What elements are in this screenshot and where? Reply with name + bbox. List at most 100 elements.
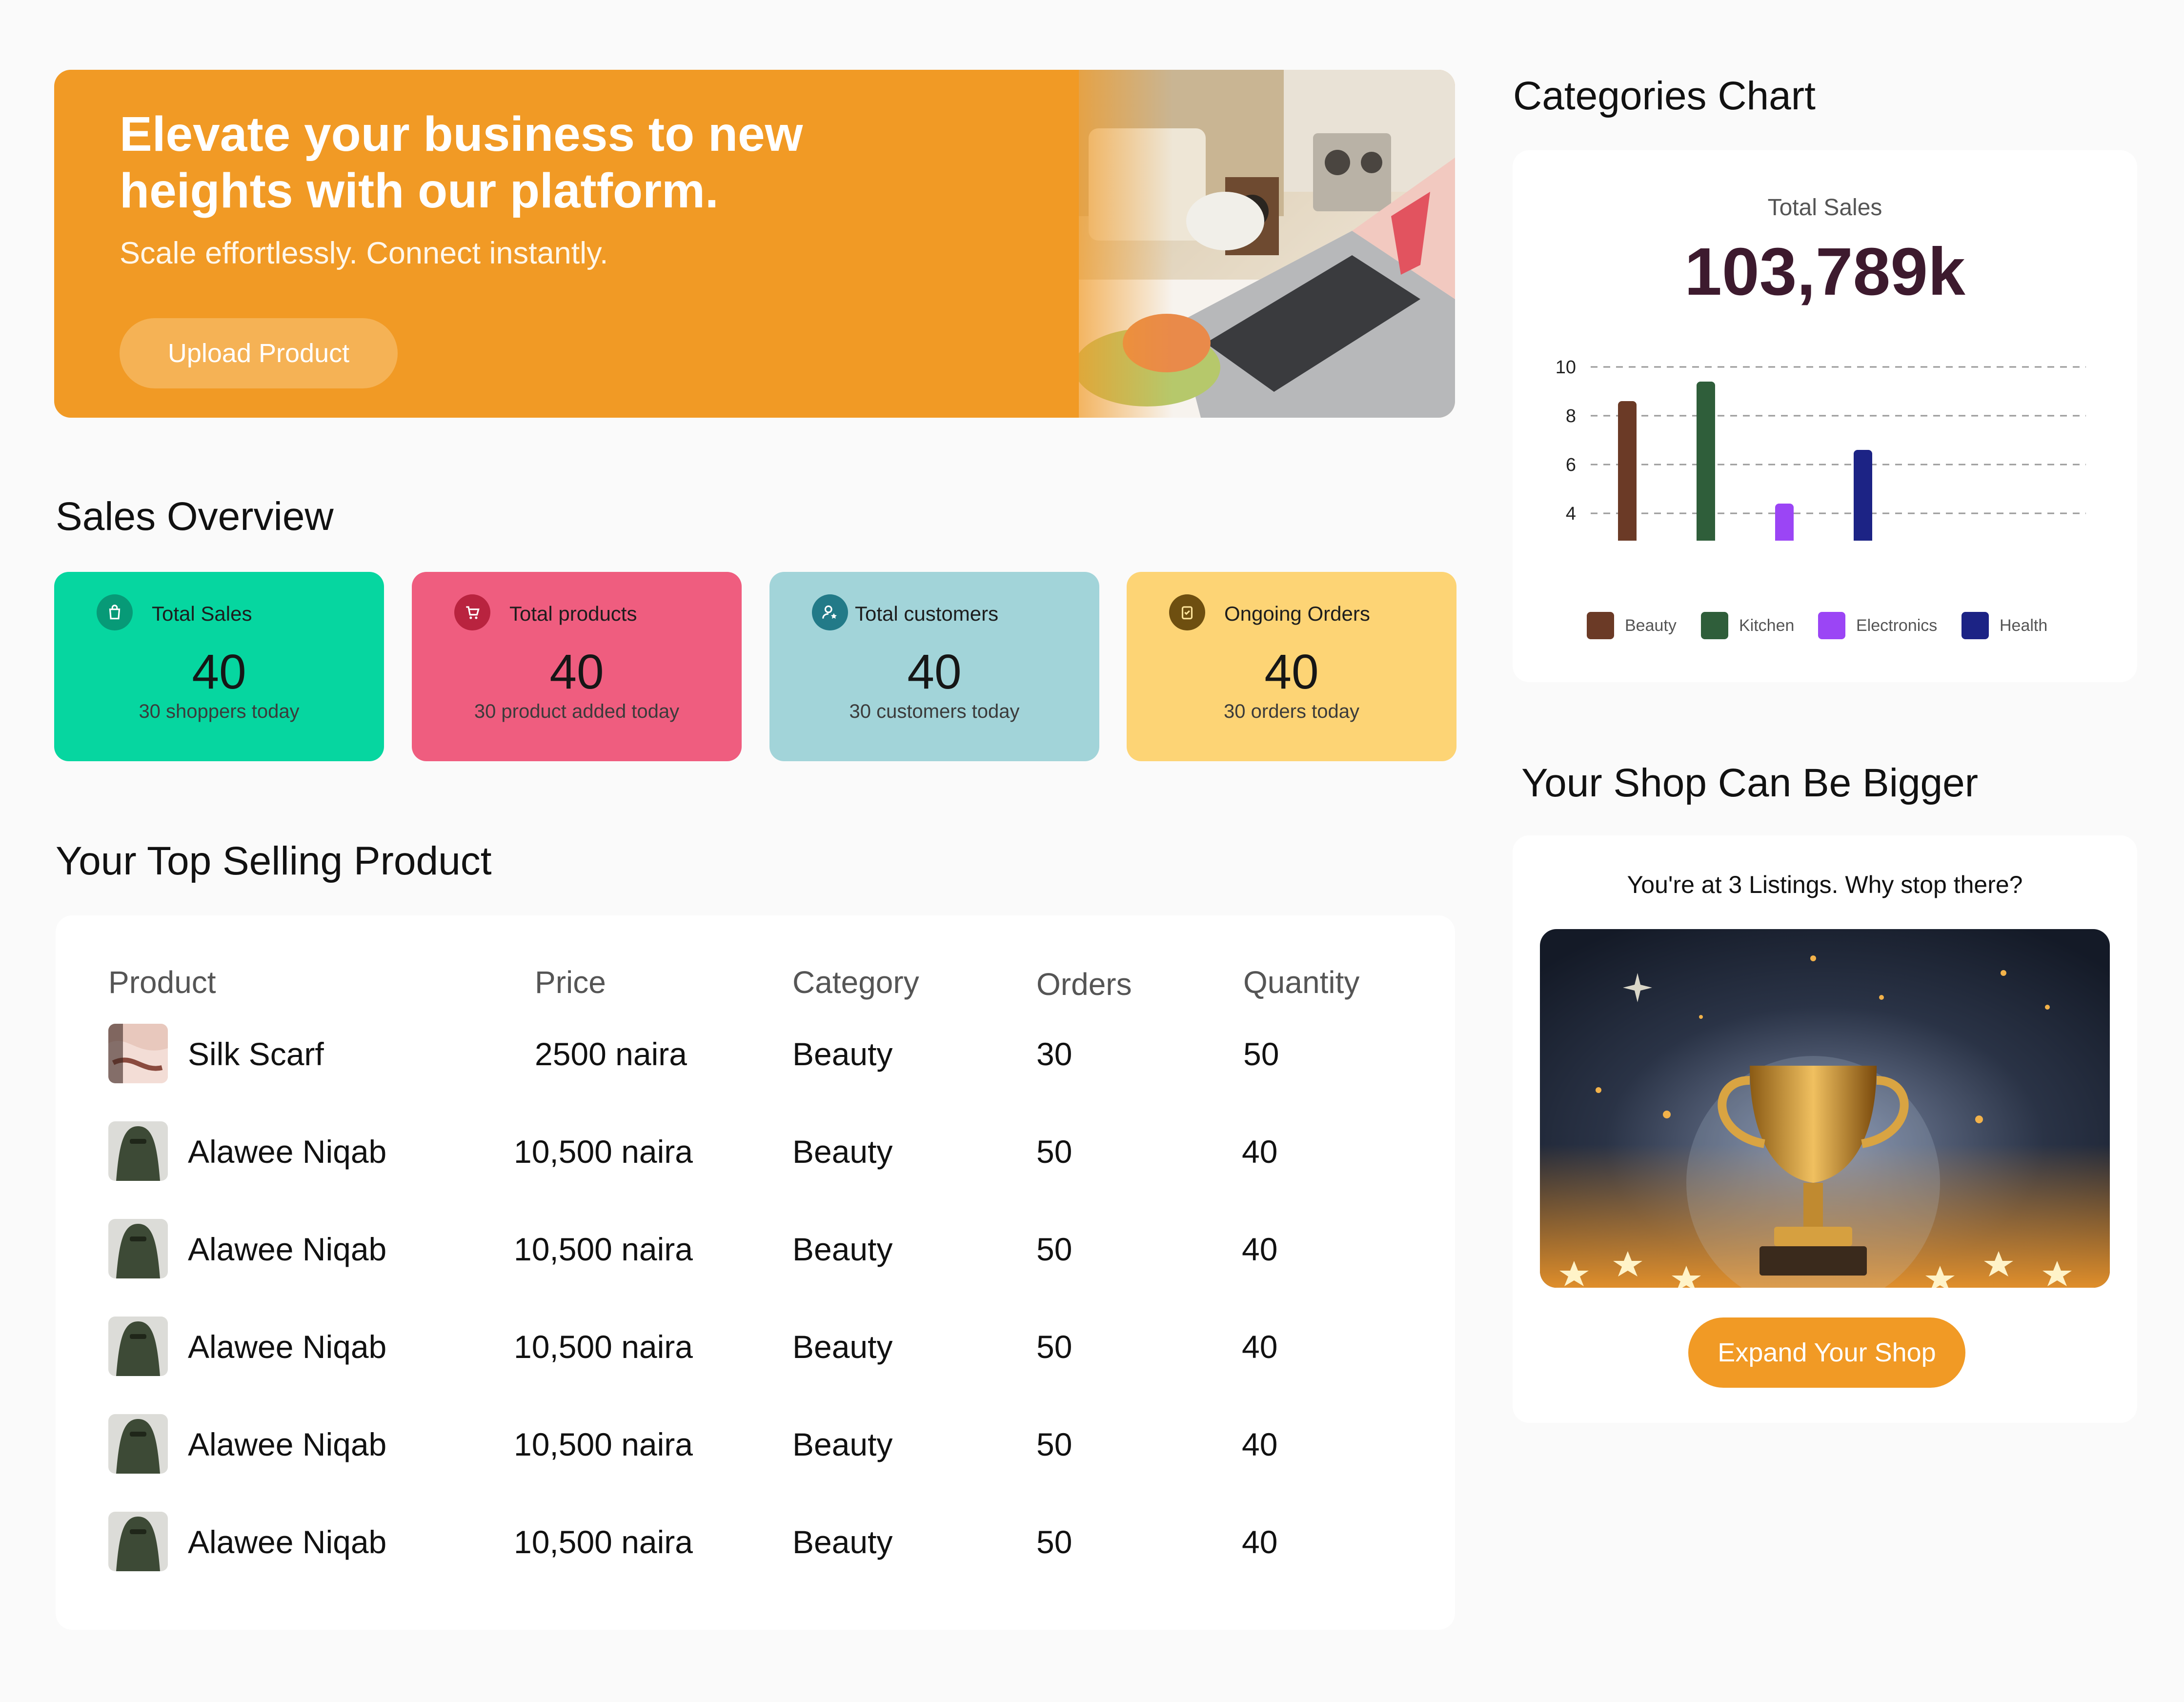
- trophy-image: [1540, 929, 2110, 1288]
- product-quantity: 50: [1243, 1036, 1279, 1072]
- product-quantity: 40: [1242, 1524, 1278, 1560]
- hero-banner: Elevate your business to new heights wit…: [54, 70, 1455, 418]
- top-selling-title: Your Top Selling Product: [56, 839, 492, 883]
- y-tick-label: 6: [1566, 455, 1576, 475]
- legend-item-beauty: Beauty: [1587, 612, 1677, 639]
- legend-swatch: [1701, 612, 1728, 639]
- stat-value: 40: [192, 645, 246, 699]
- stat-card-total-sales: Total Sales 40 30 shoppers today: [54, 572, 384, 761]
- hero-subtitle: Scale effortlessly. Connect instantly.: [120, 236, 608, 270]
- product-price: 2500 naira: [535, 1036, 687, 1072]
- product-name: Alawee Niqab: [188, 1426, 387, 1462]
- product-name: Alawee Niqab: [188, 1231, 387, 1267]
- column-header-category: Category: [792, 965, 919, 1000]
- product-thumbnail: [108, 1512, 168, 1571]
- product-quantity: 40: [1242, 1329, 1278, 1365]
- table-row[interactable]: Alawee Niqab 10,500 naira Beauty 50 40: [0, 1512, 2184, 1575]
- bar-beauty[interactable]: [1618, 401, 1637, 541]
- legend-label: Beauty: [1625, 616, 1677, 635]
- product-price: 10,500 naira: [514, 1329, 693, 1365]
- promo-text: You're at 3 Listings. Why stop there?: [1627, 871, 2023, 898]
- product-price: 10,500 naira: [514, 1524, 693, 1560]
- stat-subtext: 30 orders today: [1224, 701, 1359, 722]
- stat-label: Total Sales: [152, 602, 252, 625]
- categories-chart-heading: Categories Chart: [1513, 74, 1816, 118]
- stat-subtext: 30 customers today: [849, 701, 1020, 722]
- legend-item-electronics: Electronics: [1818, 612, 1937, 639]
- y-tick-label: 8: [1566, 406, 1576, 426]
- product-category: Beauty: [792, 1036, 893, 1072]
- legend-item-health: Health: [1962, 612, 2047, 639]
- legend-label: Health: [2000, 616, 2048, 635]
- column-header-orders: Orders: [1036, 967, 1132, 1002]
- legend-item-kitchen: Kitchen: [1701, 612, 1794, 639]
- product-thumbnail: [108, 1219, 168, 1278]
- promo-heading: Your Shop Can Be Bigger: [1521, 761, 1979, 805]
- column-header-quantity: Quantity: [1243, 965, 1360, 1000]
- y-tick-label: 4: [1566, 504, 1576, 524]
- stat-label: Ongoing Orders: [1224, 602, 1370, 625]
- table-row[interactable]: Alawee Niqab 10,500 naira Beauty 50 40: [0, 1414, 2184, 1478]
- column-header-price: Price: [535, 965, 606, 1000]
- product-thumbnail: [108, 1317, 168, 1376]
- product-price: 10,500 naira: [514, 1426, 693, 1462]
- product-category: Beauty: [792, 1231, 893, 1267]
- y-tick-label: 10: [1556, 357, 1576, 378]
- cart-icon: [454, 594, 490, 630]
- stat-subtext: 30 shoppers today: [139, 701, 300, 722]
- product-quantity: 40: [1242, 1231, 1278, 1267]
- legend-swatch: [1818, 612, 1845, 639]
- bar-kitchen[interactable]: [1697, 382, 1715, 541]
- product-orders: 50: [1036, 1426, 1072, 1462]
- product-thumbnail: [108, 1024, 168, 1083]
- expand-your-shop-button[interactable]: Expand Your Shop: [1688, 1317, 1965, 1388]
- bar-health[interactable]: [1854, 450, 1872, 541]
- legend-swatch: [1587, 612, 1614, 639]
- column-header-product: Product: [108, 965, 216, 1000]
- product-name: Silk Scarf: [188, 1036, 324, 1072]
- product-quantity: 40: [1242, 1134, 1278, 1170]
- stat-value: 40: [549, 645, 604, 699]
- stat-subtext: 30 product added today: [474, 701, 680, 722]
- product-thumbnail: [108, 1121, 168, 1181]
- sales-overview-title: Sales Overview: [56, 494, 334, 539]
- legend-label: Electronics: [1856, 616, 1938, 635]
- stat-value: 40: [1264, 645, 1319, 699]
- product-category: Beauty: [792, 1329, 893, 1365]
- upload-product-button[interactable]: Upload Product: [120, 318, 398, 388]
- product-orders: 50: [1036, 1134, 1072, 1170]
- product-name: Alawee Niqab: [188, 1524, 387, 1560]
- legend-label: Kitchen: [1739, 616, 1795, 635]
- product-orders: 50: [1036, 1524, 1072, 1560]
- clipboard-icon: [1169, 594, 1205, 630]
- product-thumbnail: [108, 1414, 168, 1474]
- product-orders: 50: [1036, 1329, 1072, 1365]
- categories-chart-card: Total Sales 103,789k 246810 BeautyKitche…: [1513, 150, 2137, 682]
- product-category: Beauty: [792, 1426, 893, 1462]
- hero-title: Elevate your business to new heights wit…: [120, 106, 1047, 219]
- hero-title-line-1: Elevate your business to new: [120, 107, 803, 162]
- product-orders: 30: [1036, 1036, 1072, 1072]
- product-category: Beauty: [792, 1524, 893, 1560]
- stat-card-total-customers: Total customers 40 30 customers today: [769, 572, 1099, 761]
- legend-swatch: [1962, 612, 1989, 639]
- product-price: 10,500 naira: [514, 1231, 693, 1267]
- product-name: Alawee Niqab: [188, 1329, 387, 1365]
- product-category: Beauty: [792, 1134, 893, 1170]
- categories-bar-chart: 246810: [1556, 357, 2086, 541]
- hero-workspace-image: [1079, 70, 1455, 418]
- bar-electronics[interactable]: [1775, 504, 1794, 541]
- stat-card-ongoing-orders: Ongoing Orders 40 30 orders today: [1127, 572, 1456, 761]
- hero-title-line-2: heights with our platform.: [120, 163, 719, 218]
- stat-label: Total customers: [855, 602, 999, 625]
- product-orders: 50: [1036, 1231, 1072, 1267]
- shopping-bag-icon: [97, 594, 133, 630]
- product-name: Alawee Niqab: [188, 1134, 387, 1170]
- stat-card-total-products: Total products 40 30 product added today: [412, 572, 742, 761]
- product-price: 10,500 naira: [514, 1134, 693, 1170]
- product-quantity: 40: [1242, 1426, 1278, 1462]
- total-sales-label: Total Sales: [1767, 195, 1882, 221]
- promo-card: You're at 3 Listings. Why stop there? Ex…: [1513, 835, 2137, 1423]
- user-star-icon: [812, 594, 848, 630]
- stat-value: 40: [907, 645, 962, 699]
